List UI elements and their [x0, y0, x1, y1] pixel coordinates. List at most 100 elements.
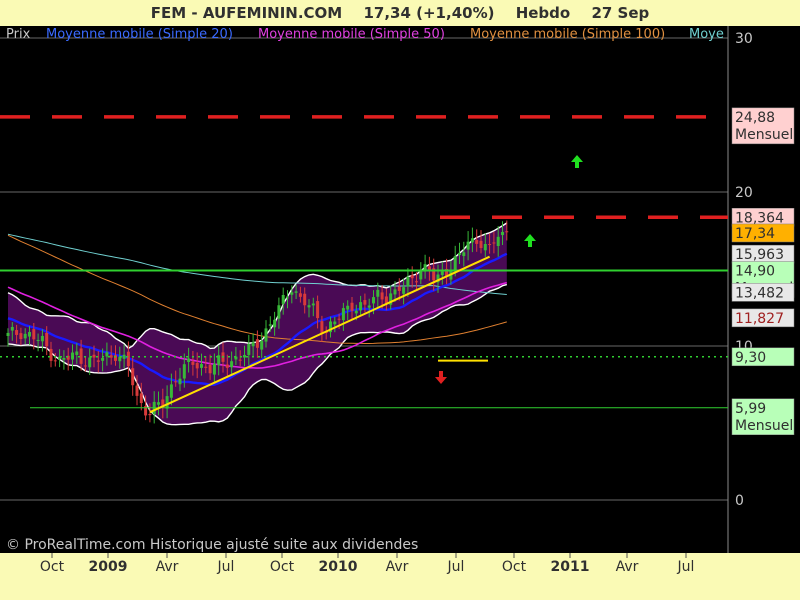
- candle-body: [419, 271, 423, 280]
- candle-body: [466, 241, 470, 250]
- price-chart[interactable]: 0102030 24,88Mensuel18,36417,3415,96314,…: [0, 0, 800, 600]
- level-label-value: 5,99: [735, 401, 766, 417]
- candle-body: [174, 381, 178, 383]
- candle-body: [230, 361, 234, 368]
- candle-body: [182, 364, 186, 379]
- candle-body: [380, 292, 384, 300]
- x-tick-label: Avr: [386, 559, 409, 575]
- x-tick-label: 2011: [551, 559, 590, 575]
- candle-body: [139, 393, 143, 404]
- candle-body: [178, 378, 182, 385]
- candle-body: [277, 305, 281, 319]
- candle-body: [15, 330, 19, 335]
- candle-body: [6, 332, 10, 336]
- candle-body: [341, 308, 345, 321]
- candle-body: [333, 321, 337, 325]
- x-tick-label: Avr: [616, 559, 639, 575]
- candle-body: [363, 300, 367, 305]
- candle-body: [114, 355, 117, 361]
- level-label-value: 17,34: [735, 226, 775, 242]
- candle-body: [187, 358, 191, 363]
- level-label-value: 11,827: [735, 311, 784, 327]
- legend-price: Prix: [6, 27, 31, 42]
- candle-body: [255, 339, 259, 348]
- candle-body: [458, 253, 461, 255]
- x-tick-label: Jul: [447, 559, 465, 575]
- candle-body: [376, 289, 380, 297]
- legend-ma20: Moyenne mobile (Simple 20): [46, 27, 233, 42]
- candle-body: [109, 355, 113, 358]
- level-label-value: 13,482: [735, 285, 784, 301]
- candle-body: [96, 360, 100, 362]
- candle-body: [440, 271, 444, 276]
- candle-body: [62, 357, 66, 360]
- candle-body: [208, 364, 212, 374]
- candle-body: [367, 305, 371, 308]
- candle-body: [393, 289, 397, 295]
- candle-body: [40, 335, 44, 342]
- candle-body: [238, 359, 242, 361]
- x-tick-label: Oct: [502, 559, 527, 575]
- candle-body: [157, 402, 160, 405]
- legend-ma100: Moyenne mobile (Simple 100): [470, 27, 665, 42]
- candle-body: [273, 319, 277, 328]
- candle-body: [10, 326, 14, 331]
- candle-body: [354, 310, 358, 314]
- candle-body: [268, 324, 272, 326]
- candle-body: [36, 339, 40, 341]
- candle-body: [303, 293, 307, 306]
- candle-body: [501, 231, 504, 236]
- candle-body: [264, 328, 268, 342]
- candle-body: [49, 348, 53, 361]
- candle-body: [397, 286, 401, 292]
- candle-body: [286, 297, 289, 299]
- candle-body: [462, 252, 466, 257]
- candle-body: [19, 333, 23, 340]
- candle-body: [294, 291, 298, 293]
- candle-body: [350, 302, 354, 311]
- candle-body: [195, 362, 199, 369]
- candle-body: [45, 332, 49, 347]
- legend-ma-cut: Moye: [689, 27, 724, 42]
- candle-body: [251, 342, 255, 347]
- candle-body: [320, 321, 324, 334]
- candle-body: [169, 384, 173, 398]
- candle-body: [505, 231, 509, 233]
- x-tick-label: Avr: [156, 559, 179, 575]
- candle-body: [75, 351, 79, 355]
- candle-body: [148, 413, 152, 416]
- chart-window: FEM - AUFEMININ.COM 17,34 (+1,40%) Hebdo…: [0, 0, 800, 600]
- candle-body: [165, 396, 169, 409]
- y-tick-label: 20: [735, 185, 753, 201]
- candle-body: [200, 364, 203, 368]
- level-label-value: 24,88: [735, 110, 775, 126]
- candle-body: [410, 275, 414, 279]
- candle-body: [212, 363, 216, 375]
- level-label-value: 9,30: [735, 350, 766, 366]
- level-label-tag: Mensuel: [735, 418, 793, 434]
- candle-body: [479, 240, 483, 249]
- candle-body: [23, 333, 27, 339]
- candle-body: [225, 364, 229, 368]
- candle-body: [372, 297, 375, 304]
- candle-body: [488, 244, 492, 246]
- level-label-tag: Mensuel: [735, 127, 793, 143]
- candle-body: [126, 351, 130, 367]
- legend: Prix Moyenne mobile (Simple 20) Moyenne …: [6, 27, 724, 42]
- candle-body: [131, 368, 135, 386]
- candle-body: [105, 352, 109, 357]
- candle-body: [359, 302, 363, 311]
- candle-body: [346, 305, 350, 310]
- x-tick-label: Jul: [677, 559, 695, 575]
- candle-body: [243, 354, 246, 358]
- candle-body: [247, 343, 251, 355]
- level-label-value: 15,963: [735, 247, 784, 263]
- candle-body: [260, 340, 264, 350]
- y-tick-label: 0: [735, 493, 744, 509]
- candle-body: [453, 256, 457, 270]
- x-tick-label: Jul: [217, 559, 235, 575]
- x-tick-label: 2009: [89, 559, 128, 575]
- candle-body: [307, 305, 311, 308]
- legend-ma50: Moyenne mobile (Simple 50): [258, 27, 445, 42]
- candle-body: [470, 238, 474, 243]
